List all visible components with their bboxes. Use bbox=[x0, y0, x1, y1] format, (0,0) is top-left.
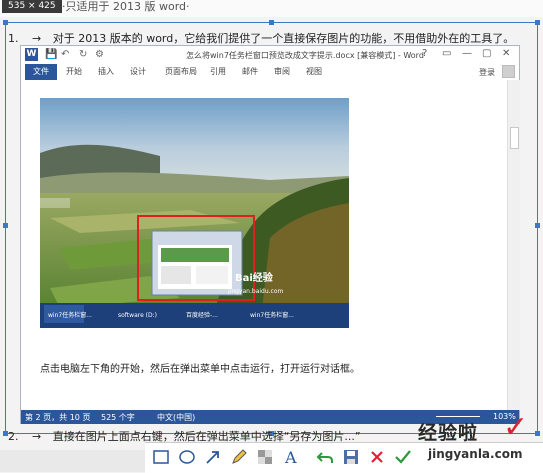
login-link[interactable]: 登录 bbox=[479, 67, 495, 78]
document-paragraph: 点击电脑左下角的开始，然后在弹出菜单中点击运行，打开运行对话框。 bbox=[40, 364, 360, 375]
check-icon: ✓ bbox=[503, 410, 529, 445]
resize-handle-tl[interactable] bbox=[3, 20, 8, 25]
next-screenshot-strip bbox=[0, 450, 145, 472]
resize-handle-top[interactable] bbox=[269, 20, 274, 25]
avatar[interactable] bbox=[502, 65, 515, 78]
minimize-icon[interactable]: — bbox=[462, 48, 472, 59]
pencil-icon[interactable] bbox=[229, 447, 249, 467]
word-window: W 💾 ↶ ↻ ⚙ 怎么将win7任务栏窗口预览改成文字提示.docx [兼容模… bbox=[20, 45, 520, 424]
tab-view[interactable]: 视图 bbox=[301, 64, 327, 80]
svg-text:A: A bbox=[284, 448, 297, 467]
taskbar-item-1: win7任务栏窗... bbox=[48, 311, 92, 319]
tab-layout[interactable]: 页面布局 bbox=[159, 64, 203, 80]
rectangle-icon[interactable] bbox=[151, 447, 171, 467]
step-1: 1. → 对于 2013 版本的 word，它给我们提供了一个直接保存图片的功能… bbox=[8, 30, 514, 46]
tab-review[interactable]: 审阅 bbox=[269, 64, 295, 80]
top-caption: ·只适用于 2013 版 word· bbox=[62, 0, 190, 13]
taskbar-item-3: 百度经验-... bbox=[186, 311, 218, 319]
step-arrow: → bbox=[32, 430, 42, 443]
mosaic-icon[interactable] bbox=[255, 447, 275, 467]
save-icon[interactable]: 💾 bbox=[45, 49, 57, 60]
arrow-icon[interactable] bbox=[203, 447, 223, 467]
tab-mailings[interactable]: 邮件 bbox=[237, 64, 263, 80]
tab-file[interactable]: 文件 bbox=[25, 64, 57, 80]
resize-handle-right[interactable] bbox=[535, 223, 540, 228]
ribbon-tabs: 文件 开始 插入 设计 页面布局 引用 邮件 审阅 视图 登录 bbox=[21, 64, 519, 81]
watermark-url: jingyanla.com bbox=[428, 447, 523, 461]
selection-size-badge: 535 × 425 bbox=[2, 0, 62, 13]
taskbar-item-4: win7任务栏窗... bbox=[250, 311, 294, 319]
photo-site: jingyan.baidu.com bbox=[227, 288, 284, 295]
customize-icon[interactable]: ⚙ bbox=[95, 49, 104, 60]
top-bar: 535 × 425 ·只适用于 2013 版 word· bbox=[0, 0, 543, 17]
word-count[interactable]: 525 个字 bbox=[101, 412, 135, 423]
document-image[interactable]: Bai经验 jingyan.baidu.com win7任务栏窗... soft… bbox=[40, 98, 349, 328]
save-icon[interactable] bbox=[341, 447, 361, 467]
step-arrow: → bbox=[32, 32, 42, 45]
confirm-icon[interactable] bbox=[393, 447, 413, 467]
close-icon[interactable]: ✕ bbox=[502, 48, 510, 59]
ribbon-display-icon[interactable]: ▭ bbox=[442, 48, 451, 59]
close-icon[interactable] bbox=[367, 447, 387, 467]
undo-icon[interactable]: ↶ bbox=[61, 49, 69, 60]
resize-handle-tr[interactable] bbox=[535, 20, 540, 25]
undo-icon[interactable] bbox=[315, 447, 335, 467]
step-number: 2. bbox=[8, 430, 19, 443]
document-title: 怎么将win7任务栏窗口预览改成文字提示.docx [兼容模式] - Word bbox=[186, 51, 424, 60]
redo-icon[interactable]: ↻ bbox=[79, 49, 87, 60]
word-logo-icon: W bbox=[25, 48, 38, 61]
resize-handle-left[interactable] bbox=[3, 223, 8, 228]
step-number: 1. bbox=[8, 32, 19, 45]
tab-design[interactable]: 设计 bbox=[125, 64, 151, 80]
scrollbar-thumb[interactable] bbox=[510, 127, 519, 149]
zoom-slider[interactable] bbox=[436, 416, 480, 417]
text-icon[interactable]: A bbox=[281, 447, 301, 467]
tab-insert[interactable]: 插入 bbox=[93, 64, 119, 80]
step-text: 对于 2013 版本的 word，它给我们提供了一个直接保存图片的功能，不用借助… bbox=[52, 32, 515, 45]
vertical-scrollbar[interactable] bbox=[507, 80, 520, 410]
photo-watermark: Bai经验 bbox=[235, 271, 274, 284]
help-icon[interactable]: ? bbox=[422, 48, 427, 59]
taskbar-item-2: software (D:) bbox=[118, 312, 157, 319]
resize-handle-br[interactable] bbox=[535, 431, 540, 436]
page-count[interactable]: 第 2 页，共 10 页 bbox=[25, 412, 90, 423]
word-titlebar: W 💾 ↶ ↻ ⚙ 怎么将win7任务栏窗口预览改成文字提示.docx [兼容模… bbox=[21, 46, 519, 64]
tab-references[interactable]: 引用 bbox=[205, 64, 231, 80]
maximize-icon[interactable]: ▢ bbox=[482, 48, 491, 59]
landscape-picture: Bai经验 jingyan.baidu.com win7任务栏窗... soft… bbox=[40, 98, 349, 328]
watermark-brand: 经验啦 bbox=[418, 422, 479, 444]
ellipse-icon[interactable] bbox=[177, 447, 197, 467]
tab-home[interactable]: 开始 bbox=[61, 64, 87, 80]
language-indicator[interactable]: 中文(中国) bbox=[157, 412, 195, 423]
